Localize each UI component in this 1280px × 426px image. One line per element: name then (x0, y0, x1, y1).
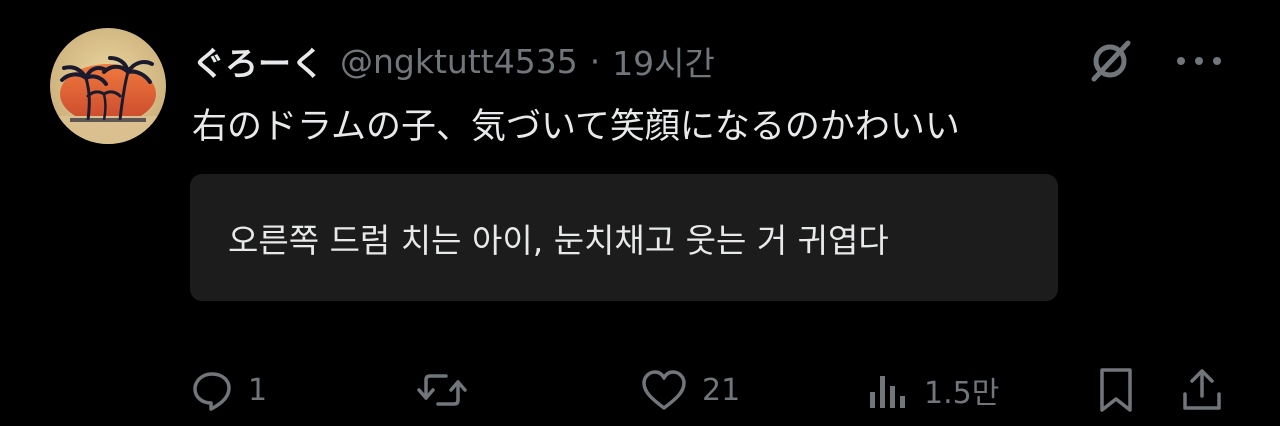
tweet-text: 右のドラムの子、気づいて笑顔になるのかわいい (192, 107, 960, 147)
share-icon (1180, 366, 1224, 414)
like-icon (640, 368, 688, 412)
separator-dot: · (589, 41, 601, 81)
retweet-icon (416, 368, 468, 412)
translation-text: 오른쪽 드럼 치는 아이, 눈치채고 웃는 거 귀엽다 (228, 220, 889, 260)
share-button[interactable] (1180, 362, 1224, 418)
views-button[interactable]: 1.5만 (866, 362, 999, 418)
like-button[interactable]: 21 (640, 362, 740, 418)
tweet-header: ぐろーく @ngktutt4535 · 19시간 (192, 36, 715, 86)
top-actions (1084, 36, 1224, 86)
more-icon[interactable] (1174, 51, 1224, 71)
like-count: 21 (702, 372, 741, 408)
avatar-image (50, 28, 166, 144)
display-name[interactable]: ぐろーく (192, 37, 324, 85)
user-handle[interactable]: @ngktutt4535 (340, 42, 578, 81)
reply-count: 1 (248, 372, 268, 408)
grok-icon[interactable] (1084, 35, 1136, 87)
view-count: 1.5만 (924, 376, 1000, 411)
bookmark-icon (1094, 366, 1138, 414)
reply-button[interactable]: 1 (190, 362, 267, 418)
views-icon (866, 368, 910, 412)
timestamp[interactable]: 19시간 (612, 37, 715, 85)
retweet-button[interactable] (416, 362, 468, 418)
action-bar: 1 21 1.5만 (190, 362, 1230, 418)
reply-icon (190, 368, 234, 412)
avatar[interactable] (50, 28, 166, 144)
translation-box: 오른쪽 드럼 치는 아이, 눈치채고 웃는 거 귀엽다 (190, 174, 1058, 301)
bookmark-button[interactable] (1094, 362, 1138, 418)
